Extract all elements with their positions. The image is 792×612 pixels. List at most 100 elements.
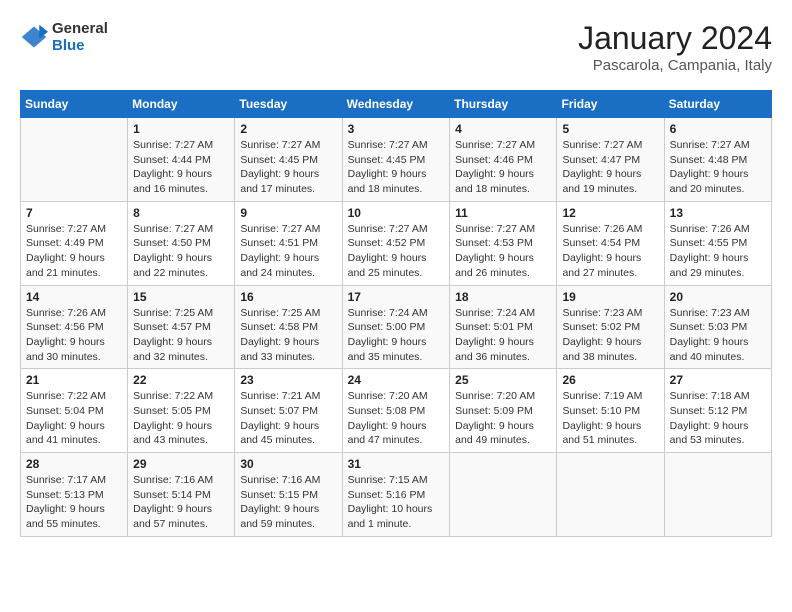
calendar-cell: 11 Sunrise: 7:27 AMSunset: 4:53 PMDaylig… xyxy=(450,201,557,285)
day-info: Sunrise: 7:19 AMSunset: 5:10 PMDaylight:… xyxy=(562,390,642,446)
day-number: 17 xyxy=(348,290,445,304)
calendar-cell: 28 Sunrise: 7:17 AMSunset: 5:13 PMDaylig… xyxy=(21,453,128,537)
calendar-cell: 8 Sunrise: 7:27 AMSunset: 4:50 PMDayligh… xyxy=(128,201,235,285)
day-info: Sunrise: 7:27 AMSunset: 4:45 PMDaylight:… xyxy=(348,139,428,195)
day-info: Sunrise: 7:27 AMSunset: 4:45 PMDaylight:… xyxy=(240,139,320,195)
day-info: Sunrise: 7:27 AMSunset: 4:47 PMDaylight:… xyxy=(562,139,642,195)
calendar-cell: 4 Sunrise: 7:27 AMSunset: 4:46 PMDayligh… xyxy=(450,118,557,202)
calendar-cell: 9 Sunrise: 7:27 AMSunset: 4:51 PMDayligh… xyxy=(235,201,342,285)
day-info: Sunrise: 7:27 AMSunset: 4:52 PMDaylight:… xyxy=(348,223,428,279)
day-number: 27 xyxy=(670,373,766,387)
day-info: Sunrise: 7:21 AMSunset: 5:07 PMDaylight:… xyxy=(240,390,320,446)
calendar-cell: 29 Sunrise: 7:16 AMSunset: 5:14 PMDaylig… xyxy=(128,453,235,537)
day-info: Sunrise: 7:24 AMSunset: 5:00 PMDaylight:… xyxy=(348,307,428,363)
calendar-cell: 30 Sunrise: 7:16 AMSunset: 5:15 PMDaylig… xyxy=(235,453,342,537)
day-number: 3 xyxy=(348,122,445,136)
calendar-cell: 6 Sunrise: 7:27 AMSunset: 4:48 PMDayligh… xyxy=(664,118,771,202)
calendar-week-3: 14 Sunrise: 7:26 AMSunset: 4:56 PMDaylig… xyxy=(21,285,772,369)
calendar-cell xyxy=(21,118,128,202)
calendar-header-row: SundayMondayTuesdayWednesdayThursdayFrid… xyxy=(21,91,772,118)
day-info: Sunrise: 7:26 AMSunset: 4:56 PMDaylight:… xyxy=(26,307,106,363)
logo: General Blue xyxy=(20,20,108,54)
calendar-cell: 2 Sunrise: 7:27 AMSunset: 4:45 PMDayligh… xyxy=(235,118,342,202)
calendar-table: SundayMondayTuesdayWednesdayThursdayFrid… xyxy=(20,90,772,537)
calendar-cell: 16 Sunrise: 7:25 AMSunset: 4:58 PMDaylig… xyxy=(235,285,342,369)
day-number: 4 xyxy=(455,122,551,136)
calendar-cell: 3 Sunrise: 7:27 AMSunset: 4:45 PMDayligh… xyxy=(342,118,450,202)
day-info: Sunrise: 7:27 AMSunset: 4:50 PMDaylight:… xyxy=(133,223,213,279)
day-number: 29 xyxy=(133,457,229,471)
title-block: January 2024 Pascarola, Campania, Italy xyxy=(578,20,772,74)
day-number: 5 xyxy=(562,122,658,136)
calendar-cell: 21 Sunrise: 7:22 AMSunset: 5:04 PMDaylig… xyxy=(21,369,128,453)
logo-text: General Blue xyxy=(52,20,108,54)
calendar-cell: 23 Sunrise: 7:21 AMSunset: 5:07 PMDaylig… xyxy=(235,369,342,453)
day-info: Sunrise: 7:27 AMSunset: 4:51 PMDaylight:… xyxy=(240,223,320,279)
calendar-cell: 22 Sunrise: 7:22 AMSunset: 5:05 PMDaylig… xyxy=(128,369,235,453)
day-number: 2 xyxy=(240,122,336,136)
day-number: 13 xyxy=(670,206,766,220)
day-info: Sunrise: 7:16 AMSunset: 5:14 PMDaylight:… xyxy=(133,474,213,530)
day-info: Sunrise: 7:23 AMSunset: 5:03 PMDaylight:… xyxy=(670,307,750,363)
calendar-cell: 7 Sunrise: 7:27 AMSunset: 4:49 PMDayligh… xyxy=(21,201,128,285)
location: Pascarola, Campania, Italy xyxy=(578,57,772,74)
calendar-cell: 26 Sunrise: 7:19 AMSunset: 5:10 PMDaylig… xyxy=(557,369,664,453)
day-number: 28 xyxy=(26,457,122,471)
day-number: 10 xyxy=(348,206,445,220)
day-info: Sunrise: 7:25 AMSunset: 4:58 PMDaylight:… xyxy=(240,307,320,363)
calendar-cell: 20 Sunrise: 7:23 AMSunset: 5:03 PMDaylig… xyxy=(664,285,771,369)
day-number: 8 xyxy=(133,206,229,220)
calendar-cell: 5 Sunrise: 7:27 AMSunset: 4:47 PMDayligh… xyxy=(557,118,664,202)
calendar-cell: 14 Sunrise: 7:26 AMSunset: 4:56 PMDaylig… xyxy=(21,285,128,369)
day-info: Sunrise: 7:22 AMSunset: 5:04 PMDaylight:… xyxy=(26,390,106,446)
calendar-cell: 10 Sunrise: 7:27 AMSunset: 4:52 PMDaylig… xyxy=(342,201,450,285)
day-number: 22 xyxy=(133,373,229,387)
header-wednesday: Wednesday xyxy=(342,91,450,118)
calendar-cell: 12 Sunrise: 7:26 AMSunset: 4:54 PMDaylig… xyxy=(557,201,664,285)
day-info: Sunrise: 7:26 AMSunset: 4:55 PMDaylight:… xyxy=(670,223,750,279)
header-saturday: Saturday xyxy=(664,91,771,118)
day-info: Sunrise: 7:27 AMSunset: 4:49 PMDaylight:… xyxy=(26,223,106,279)
day-info: Sunrise: 7:16 AMSunset: 5:15 PMDaylight:… xyxy=(240,474,320,530)
calendar-cell: 31 Sunrise: 7:15 AMSunset: 5:16 PMDaylig… xyxy=(342,453,450,537)
day-info: Sunrise: 7:27 AMSunset: 4:46 PMDaylight:… xyxy=(455,139,535,195)
day-number: 12 xyxy=(562,206,658,220)
day-info: Sunrise: 7:15 AMSunset: 5:16 PMDaylight:… xyxy=(348,474,433,530)
day-number: 15 xyxy=(133,290,229,304)
day-number: 30 xyxy=(240,457,336,471)
calendar-cell: 24 Sunrise: 7:20 AMSunset: 5:08 PMDaylig… xyxy=(342,369,450,453)
day-number: 23 xyxy=(240,373,336,387)
month-title: January 2024 xyxy=(578,20,772,57)
header-thursday: Thursday xyxy=(450,91,557,118)
day-number: 7 xyxy=(26,206,122,220)
calendar-cell xyxy=(664,453,771,537)
page-header: General Blue January 2024 Pascarola, Cam… xyxy=(20,20,772,74)
calendar-week-1: 1 Sunrise: 7:27 AMSunset: 4:44 PMDayligh… xyxy=(21,118,772,202)
day-info: Sunrise: 7:25 AMSunset: 4:57 PMDaylight:… xyxy=(133,307,213,363)
day-info: Sunrise: 7:17 AMSunset: 5:13 PMDaylight:… xyxy=(26,474,106,530)
calendar-cell xyxy=(450,453,557,537)
day-number: 26 xyxy=(562,373,658,387)
header-tuesday: Tuesday xyxy=(235,91,342,118)
calendar-cell: 17 Sunrise: 7:24 AMSunset: 5:00 PMDaylig… xyxy=(342,285,450,369)
day-info: Sunrise: 7:24 AMSunset: 5:01 PMDaylight:… xyxy=(455,307,535,363)
day-info: Sunrise: 7:27 AMSunset: 4:44 PMDaylight:… xyxy=(133,139,213,195)
day-number: 21 xyxy=(26,373,122,387)
day-number: 9 xyxy=(240,206,336,220)
day-number: 25 xyxy=(455,373,551,387)
day-info: Sunrise: 7:22 AMSunset: 5:05 PMDaylight:… xyxy=(133,390,213,446)
calendar-cell: 13 Sunrise: 7:26 AMSunset: 4:55 PMDaylig… xyxy=(664,201,771,285)
day-info: Sunrise: 7:18 AMSunset: 5:12 PMDaylight:… xyxy=(670,390,750,446)
day-info: Sunrise: 7:23 AMSunset: 5:02 PMDaylight:… xyxy=(562,307,642,363)
day-info: Sunrise: 7:27 AMSunset: 4:53 PMDaylight:… xyxy=(455,223,535,279)
day-number: 16 xyxy=(240,290,336,304)
calendar-cell: 19 Sunrise: 7:23 AMSunset: 5:02 PMDaylig… xyxy=(557,285,664,369)
header-monday: Monday xyxy=(128,91,235,118)
logo-icon xyxy=(20,23,48,51)
day-number: 24 xyxy=(348,373,445,387)
day-number: 1 xyxy=(133,122,229,136)
calendar-week-5: 28 Sunrise: 7:17 AMSunset: 5:13 PMDaylig… xyxy=(21,453,772,537)
day-info: Sunrise: 7:27 AMSunset: 4:48 PMDaylight:… xyxy=(670,139,750,195)
day-info: Sunrise: 7:20 AMSunset: 5:09 PMDaylight:… xyxy=(455,390,535,446)
calendar-cell: 1 Sunrise: 7:27 AMSunset: 4:44 PMDayligh… xyxy=(128,118,235,202)
